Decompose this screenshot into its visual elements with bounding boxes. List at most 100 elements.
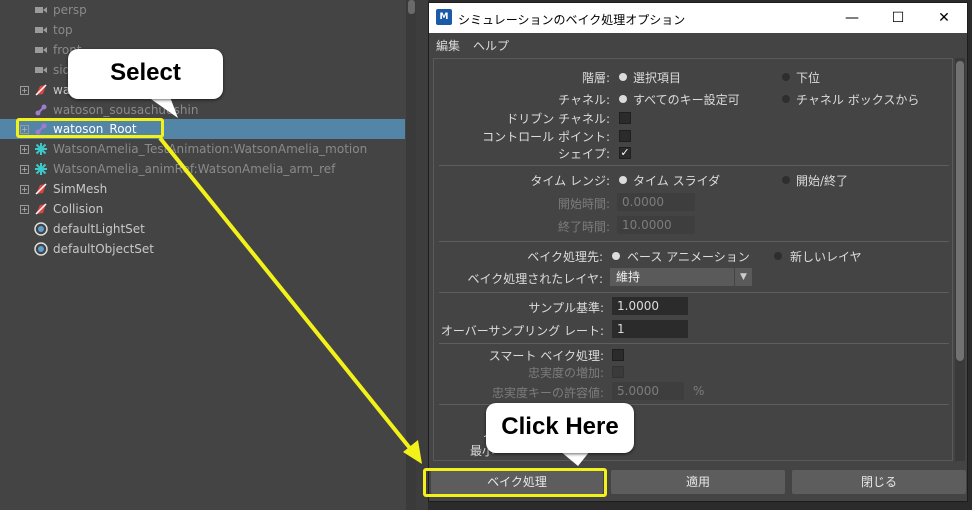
- screen: persp top front side + wa watoson_sousachuushi…: [0, 0, 972, 510]
- time-range-slider-radio[interactable]: [619, 176, 627, 184]
- camera-icon: [34, 3, 48, 17]
- channels-label: チャネル:: [558, 93, 610, 107]
- minimize-button[interactable]: —: [829, 3, 875, 33]
- driven-channels-checkbox[interactable]: [619, 112, 631, 124]
- mesh-transform-icon: [34, 182, 48, 196]
- baked-layers-dropdown[interactable]: 維持 ▼: [610, 268, 752, 286]
- camera-icon: [34, 23, 48, 37]
- bake-button-highlight: [423, 468, 607, 497]
- menu-edit[interactable]: 編集: [436, 37, 460, 54]
- hierarchy-below-radio[interactable]: [782, 73, 790, 81]
- channels-all-keyable-label: すべてのキー設定可: [633, 93, 740, 107]
- start-time-label: 開始時間:: [557, 197, 610, 211]
- menu-bar: 編集 ヘルプ: [429, 33, 967, 55]
- outliner-scrollbar-thumb[interactable]: [408, 0, 415, 14]
- close-window-button[interactable]: ✕: [921, 3, 967, 33]
- joint-icon: [34, 103, 48, 117]
- time-range-start-end-label: 開始/終了: [796, 174, 849, 188]
- mesh-transform-icon: [34, 83, 48, 97]
- outliner-item-label: persp: [53, 3, 87, 17]
- time-range-start-end-radio[interactable]: [782, 176, 790, 184]
- outliner-item[interactable]: persp: [0, 0, 405, 20]
- mesh-transform-icon: [34, 202, 48, 216]
- outliner-item[interactable]: defaultObjectSet: [0, 239, 405, 259]
- select-highlight: [16, 118, 164, 138]
- outliner-item[interactable]: top: [0, 20, 405, 40]
- shapes-label: シェイプ:: [557, 147, 610, 161]
- bake-to-new-layer-radio[interactable]: [774, 252, 782, 260]
- separator: [439, 292, 949, 293]
- chevron-down-icon: ▼: [734, 268, 752, 286]
- outliner-item[interactable]: + Collision: [0, 199, 405, 219]
- expand-toggle-icon[interactable]: +: [20, 85, 29, 95]
- title-bar[interactable]: M シミュレーションのベイク処理オプション — ☐ ✕: [429, 3, 967, 33]
- end-time-field[interactable]: 10.0000: [617, 216, 695, 234]
- channels-from-box-radio[interactable]: [782, 95, 790, 103]
- outliner-item-label: SimMesh: [53, 182, 108, 196]
- shapes-checkbox[interactable]: ✓: [619, 147, 631, 159]
- fidelity-tolerance-unit: %: [693, 384, 705, 398]
- outliner-item-label: WatsonAmelia_animRef:WatsonAmelia_arm_re…: [53, 162, 336, 176]
- time-range-slider-label: タイム スライダ: [633, 174, 721, 188]
- outliner-item-label: defaultObjectSet: [53, 242, 155, 256]
- outliner-item-label: WatsonAmelia_TestAnimation:WatsonAmelia_…: [53, 142, 368, 156]
- separator: [439, 343, 949, 344]
- outliner-item[interactable]: watoson_sousachuushin: [0, 100, 405, 120]
- camera-icon: [34, 63, 48, 77]
- outliner-scrollbar[interactable]: [406, 0, 416, 510]
- separator: [439, 165, 949, 166]
- baked-layers-value: 維持: [616, 270, 641, 284]
- fidelity-tolerance-label: 忠実度キーの許容値:: [491, 386, 604, 400]
- outliner-item[interactable]: + WatsonAmelia_animRef:WatsonAmelia_arm_r…: [0, 159, 405, 179]
- menu-help[interactable]: ヘルプ: [473, 37, 509, 54]
- outliner-item-label: Collision: [53, 202, 104, 216]
- panel-divider: [416, 0, 428, 510]
- character-icon: [34, 162, 48, 176]
- smart-bake-label: スマート ベイク処理:: [488, 349, 604, 363]
- expand-toggle-icon[interactable]: +: [20, 204, 29, 214]
- options-content: 階層: 選択項目 下位 チャネル: すべてのキー設定可 チャネル ボックスから …: [433, 58, 953, 461]
- start-time-field[interactable]: 0.0000: [617, 193, 695, 211]
- dialog-scrollbar-thumb[interactable]: [956, 61, 964, 361]
- channels-all-keyable-radio[interactable]: [619, 95, 627, 103]
- oversampling-label: オーバーサンプリング レート:: [440, 324, 604, 338]
- smart-bake-checkbox[interactable]: [612, 349, 624, 361]
- hierarchy-label: 階層:: [581, 71, 610, 85]
- channels-from-box-label: チャネル ボックスから: [796, 93, 920, 107]
- fidelity-tolerance-field[interactable]: 5.0000: [612, 382, 684, 400]
- select-callout: Select: [68, 49, 223, 99]
- end-time-label: 終了時間:: [557, 220, 610, 234]
- hierarchy-selected-label: 選択項目: [633, 71, 682, 85]
- outliner-item[interactable]: + WatsonAmelia_TestAnimation:WatsonAmelia…: [0, 139, 405, 159]
- outliner-item[interactable]: + SimMesh: [0, 179, 405, 199]
- hierarchy-below-label: 下位: [796, 71, 821, 85]
- expand-toggle-icon[interactable]: +: [20, 144, 29, 154]
- oversampling-field[interactable]: 1: [612, 320, 688, 338]
- set-icon: [34, 222, 48, 236]
- control-points-checkbox[interactable]: [619, 130, 631, 142]
- maximize-button[interactable]: ☐: [875, 3, 921, 33]
- bake-to-label: ベイク処理先:: [527, 250, 603, 264]
- expand-toggle-icon[interactable]: +: [20, 184, 29, 194]
- expand-toggle-icon[interactable]: +: [20, 164, 29, 174]
- bake-to-base-radio[interactable]: [612, 252, 620, 260]
- bake-to-base-label: ベース アニメーション: [627, 250, 750, 264]
- click-here-callout: Click Here: [486, 403, 634, 453]
- bake-to-new-layer-label: 新しいレイヤ: [790, 250, 862, 264]
- camera-icon: [34, 43, 48, 57]
- increase-fidelity-checkbox[interactable]: [612, 366, 624, 378]
- close-button[interactable]: 閉じる: [792, 470, 966, 494]
- outliner-item[interactable]: defaultLightSet: [0, 219, 405, 239]
- maya-app-icon: M: [436, 9, 452, 25]
- hierarchy-selected-radio[interactable]: [619, 73, 627, 81]
- set-icon: [34, 242, 48, 256]
- baked-layers-label: ベイク処理されたレイヤ:: [467, 272, 603, 286]
- apply-button[interactable]: 適用: [611, 470, 785, 494]
- sample-by-field[interactable]: 1.0000: [612, 297, 688, 315]
- outliner-item-label: defaultLightSet: [53, 222, 145, 236]
- outliner-item-label: watoson_sousachuushin: [53, 103, 199, 117]
- sample-by-label: サンプル基準:: [528, 301, 604, 315]
- character-icon: [34, 142, 48, 156]
- time-range-label: タイム レンジ:: [530, 174, 610, 188]
- dialog-title: シミュレーションのベイク処理オプション: [458, 13, 686, 27]
